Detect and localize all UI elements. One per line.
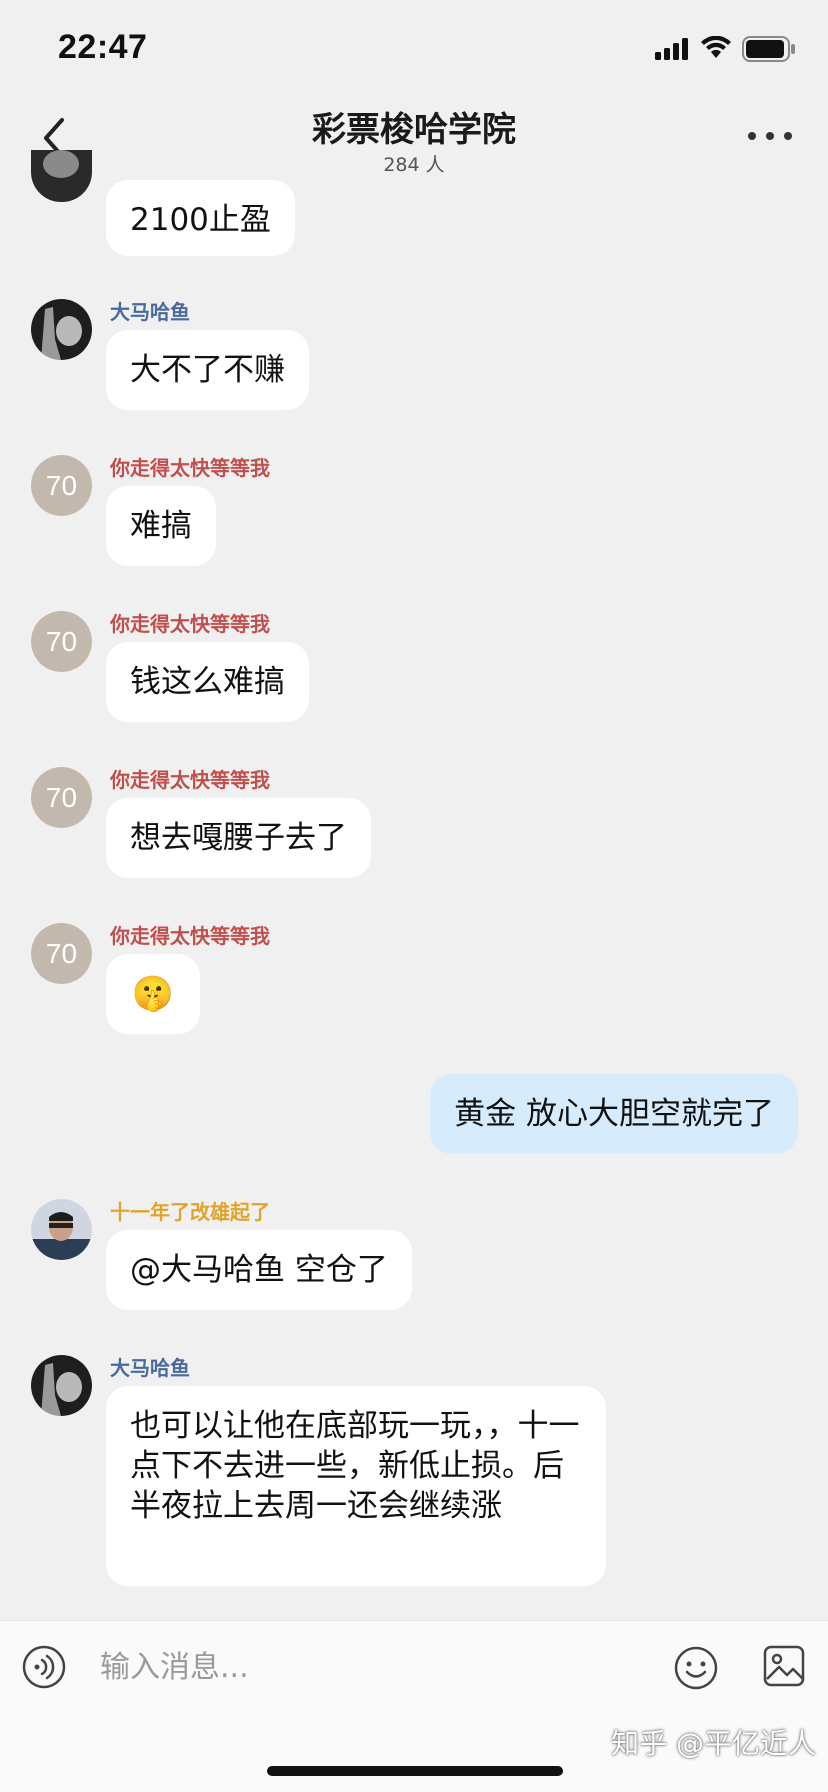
group-title: 彩票梭哈学院: [312, 110, 516, 150]
message-bubble[interactable]: 也可以让他在底部玩一玩，，十一点下不去进一些，新低止损。后半夜拉上去周一还会继续…: [106, 1386, 606, 1586]
avatar[interactable]: [31, 299, 92, 360]
message-input[interactable]: [98, 1641, 622, 1693]
status-bar: 22:47: [0, 0, 828, 96]
sender-name: 你走得太快等等我: [110, 612, 270, 636]
message-item: 70 你走得太快等等我 🤫: [0, 920, 828, 1040]
sender-name: 大马哈鱼: [110, 1356, 190, 1380]
wifi-icon: [701, 36, 731, 58]
message-bubble[interactable]: 钱这么难搞: [106, 642, 309, 722]
message-bubble[interactable]: 难搞: [106, 486, 216, 566]
avatar[interactable]: 70: [31, 455, 92, 516]
shushing-face-emoji: 🤫: [131, 974, 175, 1014]
avatar[interactable]: [31, 1355, 92, 1416]
message-bubble[interactable]: 🤫: [106, 954, 200, 1034]
message-bubble[interactable]: 2100止盈: [106, 180, 295, 256]
message-item: 十一年了改雄起了 @大马哈鱼 空仓了: [0, 1196, 828, 1316]
sender-name: 大马哈鱼: [110, 300, 190, 324]
status-time: 22:47: [58, 28, 148, 66]
voice-input-icon[interactable]: [22, 1645, 66, 1689]
avatar[interactable]: [31, 150, 92, 202]
avatar[interactable]: 70: [31, 611, 92, 672]
avatar[interactable]: 70: [31, 923, 92, 984]
message-item: 2100止盈: [0, 150, 828, 260]
image-icon[interactable]: [763, 1645, 805, 1687]
emoji-icon[interactable]: [673, 1645, 719, 1691]
sender-name: 你走得太快等等我: [110, 456, 270, 480]
home-indicator[interactable]: [267, 1766, 563, 1776]
message-bubble[interactable]: @大马哈鱼 空仓了: [106, 1230, 412, 1310]
chat-screen: 22:47 彩票梭哈学院 284 人 2100止盈 大马哈鱼 大不了不赚 70 …: [0, 0, 828, 1792]
my-message-bubble[interactable]: 黄金 放心大胆空就完了: [430, 1074, 798, 1154]
message-item: 大马哈鱼 也可以让他在底部玩一玩，，十一点下不去进一些，新低止损。后半夜拉上去周…: [0, 1352, 828, 1592]
message-item: 70 你走得太快等等我 想去嘎腰子去了: [0, 764, 828, 884]
message-item: 70 你走得太快等等我 难搞: [0, 452, 828, 572]
avatar[interactable]: [31, 1199, 92, 1260]
cellular-signal-icon: [655, 38, 688, 60]
message-bubble[interactable]: 想去嘎腰子去了: [106, 798, 371, 878]
watermark: 知乎 @平亿近人: [611, 1727, 816, 1760]
sender-name: 你走得太快等等我: [110, 924, 270, 948]
message-item: 黄金 放心大胆空就完了: [0, 1074, 828, 1158]
sender-name: 十一年了改雄起了: [110, 1200, 270, 1224]
message-item: 大马哈鱼 大不了不赚: [0, 296, 828, 416]
avatar[interactable]: 70: [31, 767, 92, 828]
more-dots-icon[interactable]: [746, 126, 794, 146]
message-bubble[interactable]: 大不了不赚: [106, 330, 309, 410]
battery-icon: [742, 36, 795, 62]
message-item: 70 你走得太快等等我 钱这么难搞: [0, 608, 828, 728]
sender-name: 你走得太快等等我: [110, 768, 270, 792]
